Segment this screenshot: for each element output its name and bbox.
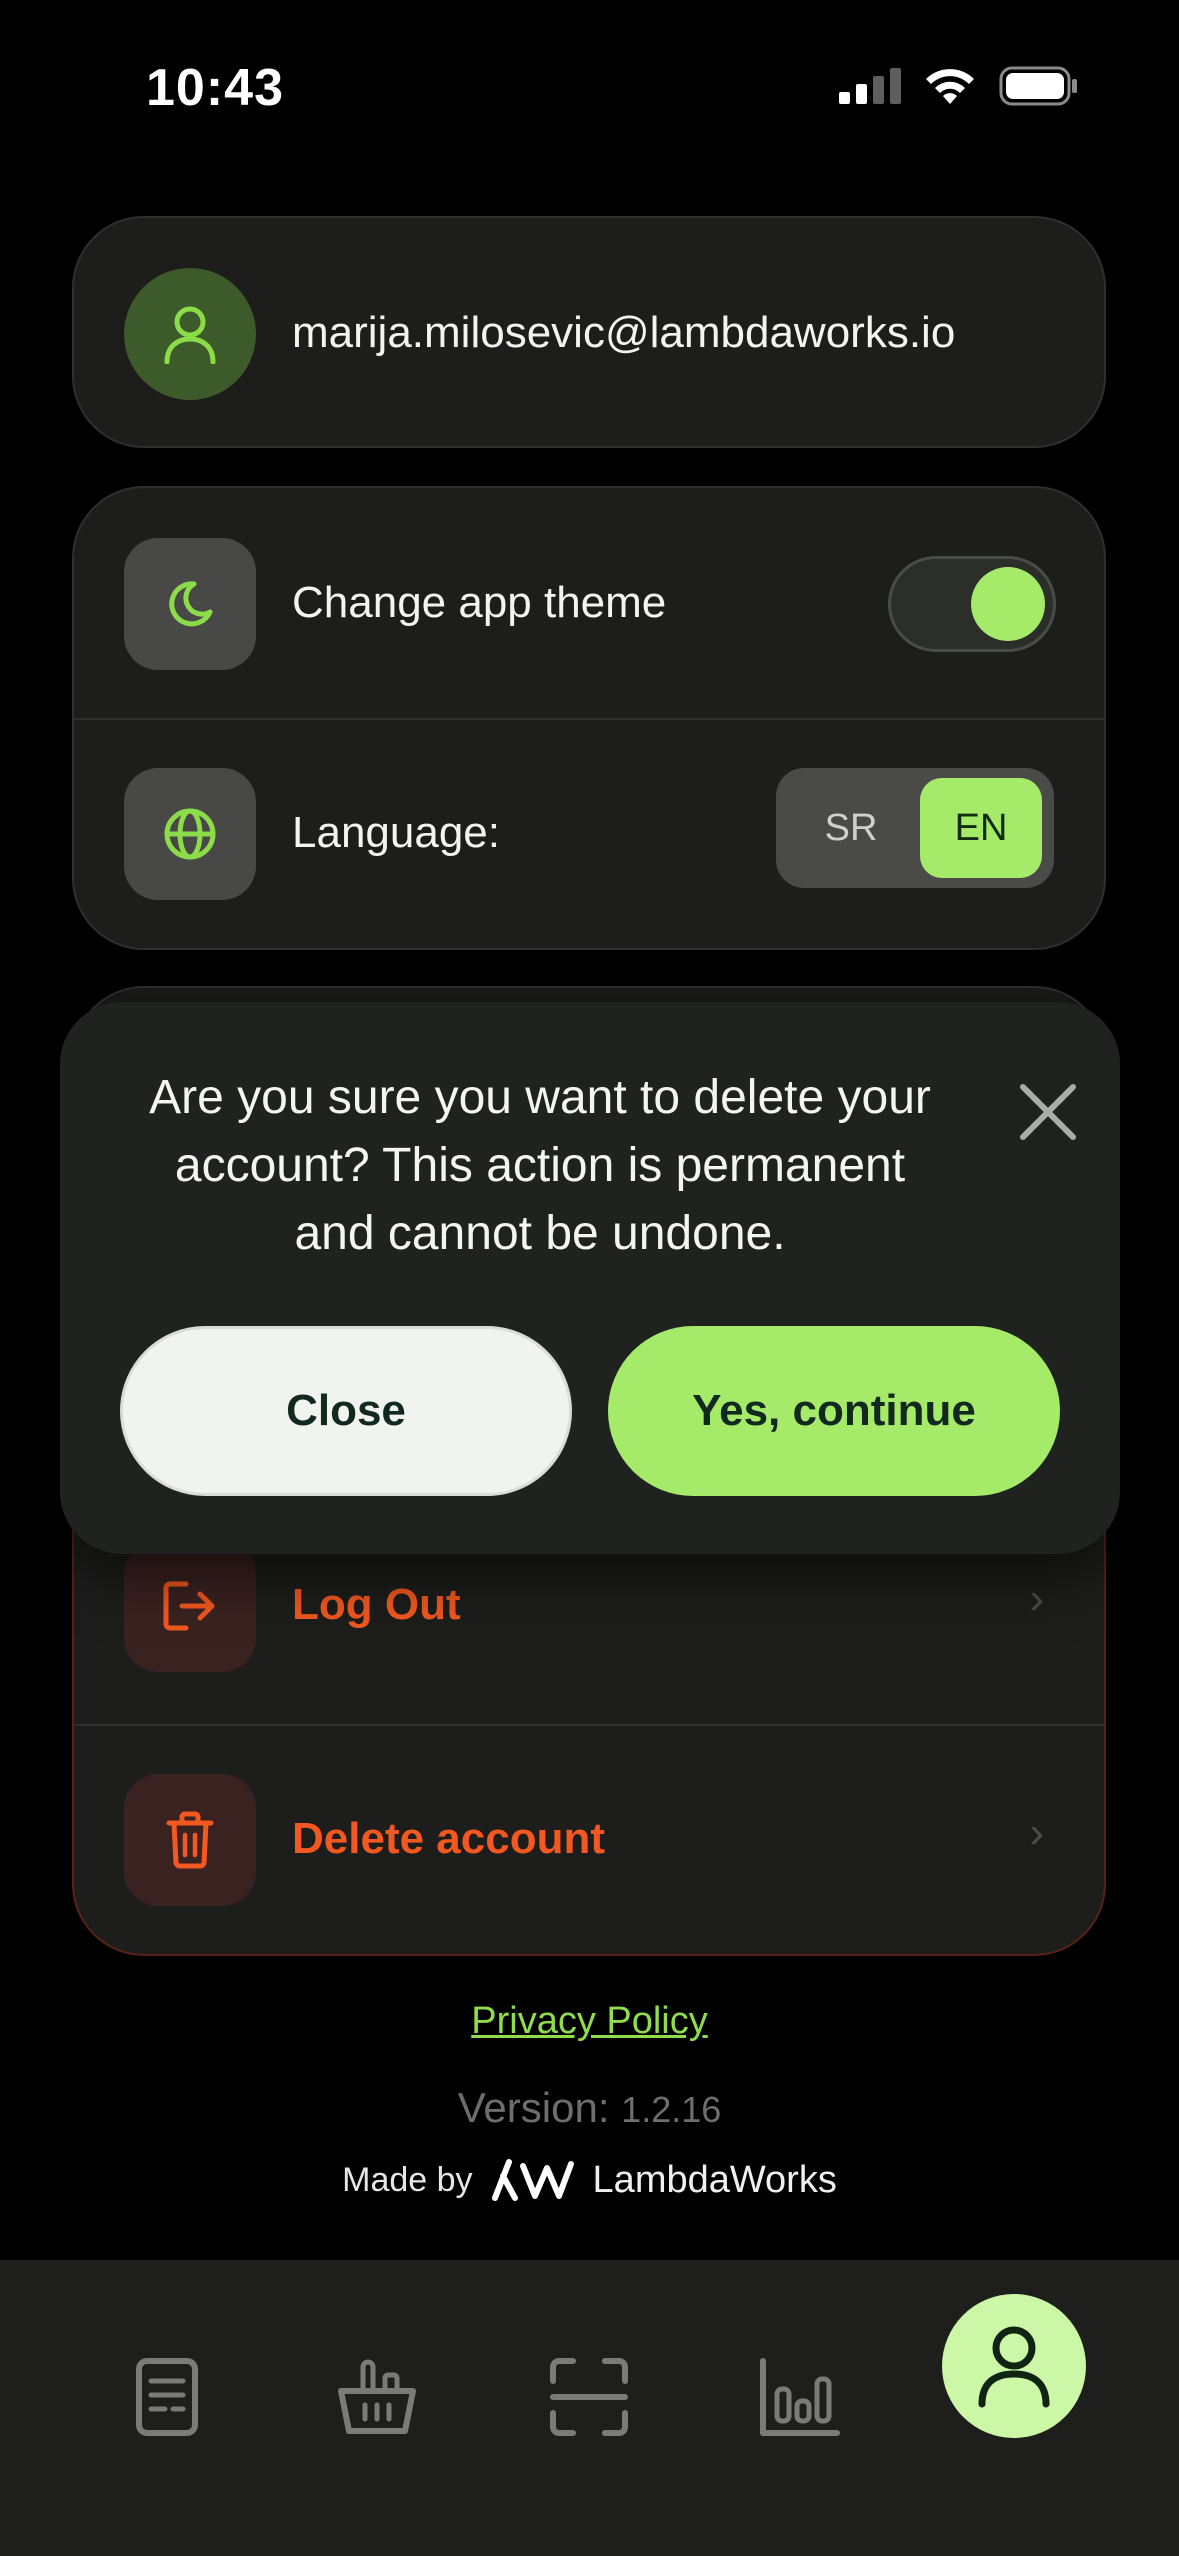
theme-label: Change app theme [292, 578, 667, 627]
tab-basket[interactable] [302, 2322, 452, 2472]
chevron-right-icon: › [1029, 1574, 1044, 1623]
delete-icon-tile [124, 1774, 256, 1906]
stats-icon [760, 2358, 840, 2436]
theme-icon-tile [124, 538, 256, 670]
receipt-icon [136, 2358, 198, 2436]
lambdaworks-logo-icon [491, 2159, 574, 2201]
toggle-knob [971, 567, 1045, 641]
trash-icon [166, 1811, 214, 1869]
brand-name: LambdaWorks [592, 2158, 837, 2201]
avatar [124, 268, 256, 400]
status-time: 10:43 [146, 59, 284, 117]
status-icons [839, 66, 1079, 106]
tab-receipts[interactable] [92, 2322, 242, 2472]
version-info: Version: 1.2.16 [0, 2084, 1179, 2132]
account-email: marija.milosevic@lambdaworks.io [292, 308, 956, 357]
moon-icon [169, 581, 213, 627]
cellular-signal-icon [839, 68, 901, 104]
made-by-label: Made by [342, 2160, 473, 2199]
theme-toggle[interactable] [888, 556, 1056, 652]
settings-card: Change app theme Language: SR EN [72, 486, 1106, 950]
close-button[interactable]: Close [120, 1326, 572, 1496]
language-option-en[interactable]: EN [920, 778, 1042, 878]
danger-card: Log Out › Delete account › [72, 1500, 1106, 1956]
language-option-sr[interactable]: SR [790, 778, 912, 878]
wifi-icon [926, 69, 974, 104]
close-icon [1020, 1084, 1076, 1140]
language-label: Language: [292, 808, 500, 857]
profile-icon [978, 2326, 1050, 2408]
chevron-right-icon: › [1029, 1808, 1044, 1857]
language-selector: SR EN [776, 768, 1054, 888]
logout-label: Log Out [292, 1580, 461, 1629]
basket-icon [338, 2359, 416, 2434]
user-icon [164, 306, 216, 364]
logout-icon [163, 1581, 215, 1631]
account-card: marija.milosevic@lambdaworks.io [72, 216, 1106, 448]
modal-message: Are you sure you want to delete your acc… [149, 1071, 931, 1260]
language-icon-tile [124, 768, 256, 900]
delete-account-row[interactable]: Delete account › [74, 1726, 1104, 1954]
tab-stats[interactable] [724, 2322, 874, 2472]
version-number: 1.2.16 [621, 2089, 722, 2130]
privacy-policy-link[interactable]: Privacy Policy [0, 2000, 1179, 2043]
logout-icon-tile [124, 1540, 256, 1672]
globe-icon [164, 808, 216, 860]
delete-account-label: Delete account [292, 1814, 605, 1863]
made-by: Made by LambdaWorks [0, 2158, 1179, 2202]
modal-close-icon[interactable] [1008, 1072, 1088, 1152]
battery-icon [999, 66, 1077, 106]
tab-profile[interactable] [942, 2294, 1086, 2438]
settings-divider [74, 718, 1104, 720]
confirm-button[interactable]: Yes, continue [608, 1326, 1060, 1496]
tab-scan[interactable] [514, 2322, 664, 2472]
delete-confirm-modal: Are you sure you want to delete your acc… [60, 1002, 1120, 1554]
scan-icon [550, 2358, 628, 2436]
tab-bar [0, 2260, 1179, 2556]
version-label: Version: [457, 2084, 610, 2131]
